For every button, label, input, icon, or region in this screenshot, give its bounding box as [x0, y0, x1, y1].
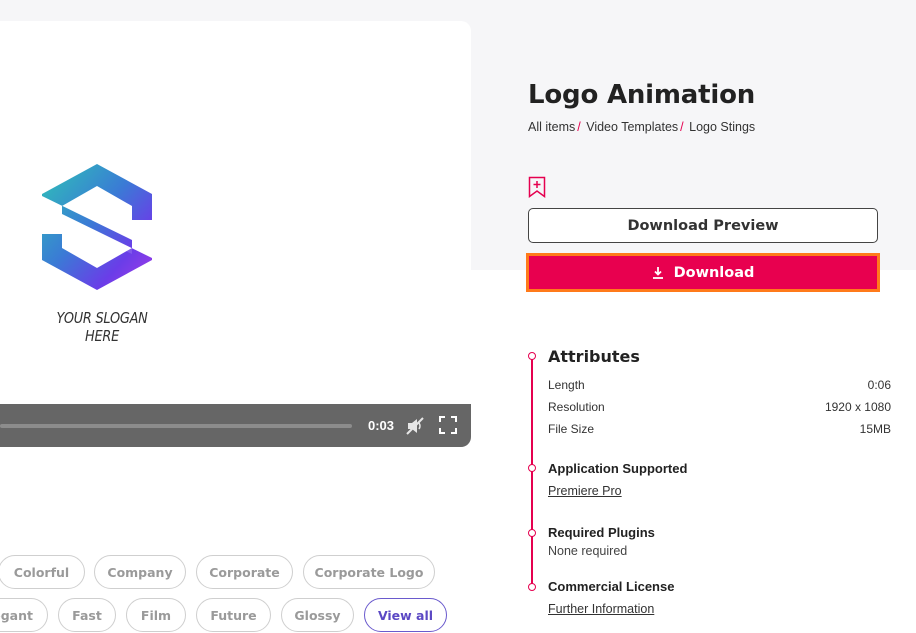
- timeline-dot: [528, 583, 536, 591]
- fullscreen-icon[interactable]: [439, 416, 457, 434]
- tag-colorful[interactable]: Colorful: [0, 555, 85, 589]
- attr-row-file-size: File Size 15MB: [548, 422, 891, 436]
- progress-bar[interactable]: [0, 424, 352, 428]
- tag-company[interactable]: Company: [94, 555, 186, 589]
- logo-graphic: [42, 164, 152, 290]
- breadcrumb-all-items[interactable]: All items: [528, 120, 575, 134]
- breadcrumb-logo-stings[interactable]: Logo Stings: [689, 120, 755, 134]
- logo-slogan: YOUR SLOGAN HERE: [56, 309, 148, 345]
- attr-row-length: Length 0:06: [548, 378, 891, 392]
- attr-value: 1920 x 1080: [824, 400, 891, 414]
- application-supported-title: Application Supported: [548, 461, 688, 476]
- timeline-dot: [528, 529, 536, 537]
- download-button-label: Download: [673, 264, 755, 281]
- muted-speaker-icon[interactable]: [405, 416, 425, 436]
- page-title: Logo Animation: [528, 80, 756, 110]
- required-plugins-title: Required Plugins: [548, 525, 655, 540]
- download-preview-button[interactable]: Download Preview: [528, 208, 878, 243]
- attr-label: File Size: [548, 422, 595, 436]
- tag-glossy[interactable]: Glossy: [281, 598, 354, 632]
- download-button[interactable]: Download: [529, 256, 877, 289]
- tag-film[interactable]: Film: [126, 598, 186, 632]
- bookmark-add-icon[interactable]: [528, 176, 546, 198]
- application-link[interactable]: Premiere Pro: [548, 484, 622, 498]
- required-plugins-value: None required: [548, 544, 628, 558]
- attr-row-resolution: Resolution 1920 x 1080: [548, 400, 891, 414]
- timeline-dot: [528, 352, 536, 360]
- tag-corporate-logo[interactable]: Corporate Logo: [303, 555, 435, 589]
- attr-value: 15MB: [859, 422, 891, 436]
- tag-fast[interactable]: Fast: [58, 598, 116, 632]
- video-controls: 0:03: [0, 404, 471, 447]
- attr-label: Length: [548, 378, 585, 392]
- breadcrumb-video-templates[interactable]: Video Templates: [586, 120, 678, 134]
- download-button-focus[interactable]: Download: [526, 253, 880, 292]
- tag-future[interactable]: Future: [196, 598, 271, 632]
- time-display: 0:03: [368, 418, 395, 433]
- commercial-license-title: Commercial License: [548, 579, 675, 594]
- timeline-dot: [528, 464, 536, 472]
- attributes-title: Attributes: [548, 347, 640, 366]
- video-preview[interactable]: YOUR SLOGAN HERE 0:03: [0, 21, 471, 447]
- attr-value: 0:06: [867, 378, 891, 392]
- further-information-link[interactable]: Further Information: [548, 602, 654, 616]
- tag-corporate[interactable]: Corporate: [196, 555, 293, 589]
- attr-label: Resolution: [548, 400, 605, 414]
- tag-elegant[interactable]: egant: [0, 598, 48, 632]
- breadcrumb: All items / Video Templates / Logo Stings: [528, 120, 756, 134]
- download-icon: [652, 266, 663, 279]
- view-all-tags-button[interactable]: View all: [364, 598, 447, 632]
